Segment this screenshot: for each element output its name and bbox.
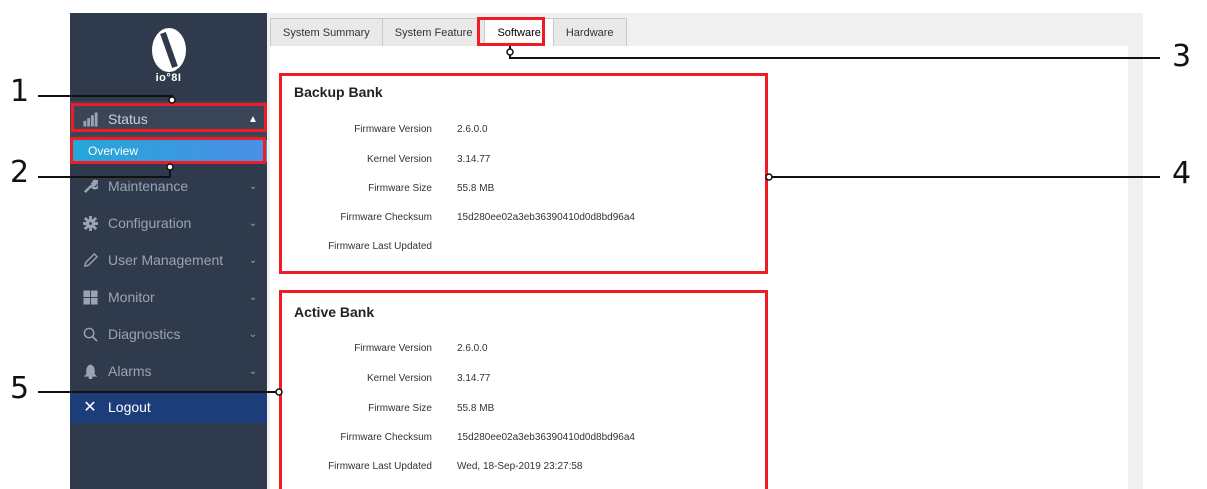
logo-text: io°8I [155,72,182,84]
sidebar-item-configuration[interactable]: Configuration ⌄ [70,205,267,241]
sidebar-item-label: Configuration [108,215,192,231]
row-key: Firmware Version [354,343,432,354]
row-key: Kernel Version [366,154,432,165]
grid-icon [82,289,98,305]
row-key: Firmware Size [368,183,432,194]
sidebar-item-diagnostics[interactable]: Diagnostics ⌄ [70,316,267,352]
row-value: 3.14.77 [457,373,491,384]
row-key: Firmware Checksum [340,432,432,443]
pencil-icon [82,252,98,268]
row-key: Firmware Version [354,124,432,135]
sidebar-item-label: Diagnostics [108,326,181,342]
row-key: Firmware Size [368,403,432,414]
sidebar-item-label: Status [108,111,148,127]
info-row: Firmware Size 55.8 MB [282,403,762,419]
row-value: 15d280ee02a3eb36390410d0d8bd96a4 [457,432,635,443]
info-row: Kernel Version 3.14.77 [282,373,762,389]
row-value: 15d280ee02a3eb36390410d0d8bd96a4 [457,212,635,223]
callout-number: 4 [1172,156,1192,191]
active-bank-title: Active Bank [294,304,375,320]
callout-number: 3 [1172,39,1192,74]
logout-button[interactable]: ✕ Logout [70,391,267,423]
search-icon [82,326,98,342]
wrench-icon [82,178,98,194]
sidebar-item-user-management[interactable]: User Management ⌄ [70,242,267,278]
tab-system-summary[interactable]: System Summary [270,18,383,46]
brand-logo-icon [152,28,186,72]
sidebar-item-label: User Management [108,252,224,268]
chevron-down-icon: ⌄ [248,365,258,377]
tab-system-feature[interactable]: System Feature [381,18,486,46]
backup-bank-title: Backup Bank [294,84,383,100]
sidebar: io°8I Status ▲ Overview Maintenance ⌄ Co… [70,13,267,489]
info-row: Firmware Checksum 15d280ee02a3eb36390410… [282,212,762,228]
logout-label: Logout [108,399,151,415]
sidebar-subitem-overview[interactable]: Overview [70,140,267,162]
row-key: Firmware Last Updated [328,241,432,252]
tab-hardware[interactable]: Hardware [552,18,627,46]
info-row: Firmware Last Updated [282,241,762,257]
chevron-down-icon: ⌄ [248,254,258,266]
callout-number: 1 [10,74,30,109]
tab-bar: System Summary System Feature Software H… [270,18,627,46]
info-row: Firmware Checksum 15d280ee02a3eb36390410… [282,432,762,448]
callout-number: 5 [10,371,30,406]
row-value: 55.8 MB [457,183,495,194]
backup-bank-panel: Backup Bank Firmware Version 2.6.0.0 Ker… [279,73,768,274]
sidebar-item-status[interactable]: Status ▲ [70,101,267,137]
logo: io°8I [70,13,267,103]
gear-icon [82,215,98,231]
chevron-down-icon: ⌄ [248,328,258,340]
info-row: Firmware Size 55.8 MB [282,183,762,199]
info-row: Firmware Version 2.6.0.0 [282,343,762,359]
chart-icon [82,111,98,127]
row-value: Wed, 18-Sep-2019 23:27:58 [457,461,583,472]
sidebar-item-maintenance[interactable]: Maintenance ⌄ [70,168,267,204]
row-value: 2.6.0.0 [457,343,488,354]
row-value: 2.6.0.0 [457,124,488,135]
close-icon: ✕ [83,399,97,416]
sidebar-item-label: Alarms [108,363,152,379]
row-key: Firmware Checksum [340,212,432,223]
row-value: 55.8 MB [457,403,495,414]
row-key: Kernel Version [366,373,432,384]
callout-number: 2 [10,155,30,190]
bell-icon [82,363,98,379]
chevron-up-icon: ▲ [248,113,258,125]
chevron-down-icon: ⌄ [248,180,258,192]
info-row: Firmware Version 2.6.0.0 [282,124,762,140]
active-bank-panel: Active Bank Firmware Version 2.6.0.0 Ker… [279,290,768,489]
row-key: Firmware Last Updated [328,461,432,472]
info-row: Firmware Last Updated Wed, 18-Sep-2019 2… [282,461,762,477]
row-value: 3.14.77 [457,154,491,165]
sidebar-item-alarms[interactable]: Alarms ⌄ [70,353,267,389]
sidebar-item-label: Maintenance [108,178,189,194]
chevron-down-icon: ⌄ [248,291,258,303]
tab-software[interactable]: Software [484,18,554,46]
sidebar-item-monitor[interactable]: Monitor ⌄ [70,279,267,315]
sidebar-item-label: Monitor [108,289,155,305]
chevron-down-icon: ⌄ [248,217,258,229]
info-row: Kernel Version 3.14.77 [282,154,762,170]
